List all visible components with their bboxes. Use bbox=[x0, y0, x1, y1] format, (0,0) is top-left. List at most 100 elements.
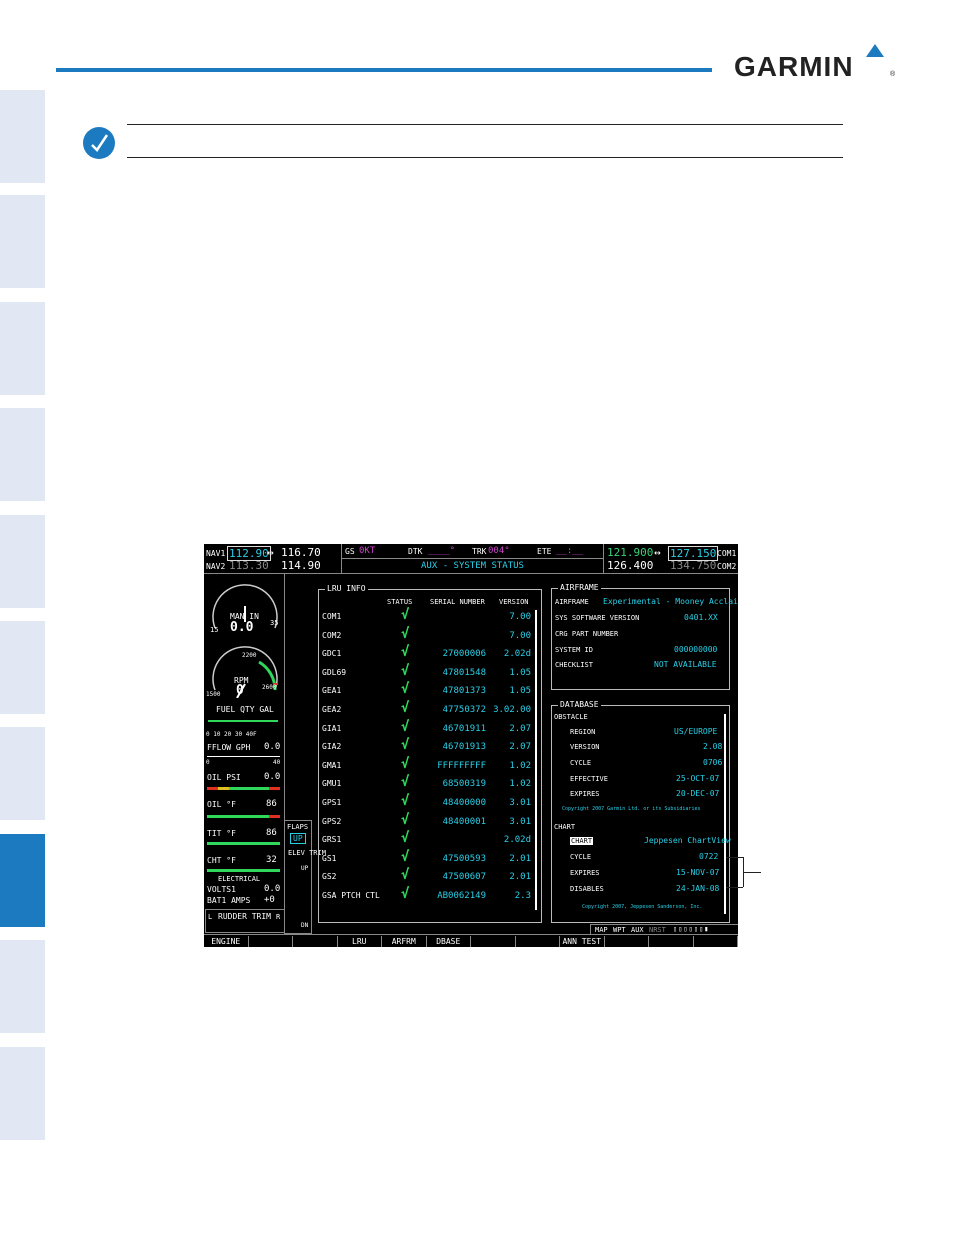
lru-version: 1.05 bbox=[509, 667, 531, 678]
database-scrollbar[interactable] bbox=[724, 714, 726, 914]
oil-temp-value: 86 bbox=[266, 799, 277, 809]
lru-row[interactable]: GEA1 √ 47801373 1.05 bbox=[319, 681, 541, 700]
lru-version: 3.02.00 bbox=[493, 705, 531, 715]
obs-cycle-label: CYCLE bbox=[570, 759, 592, 767]
softkey-3[interactable] bbox=[293, 936, 338, 947]
man-in-max: 35 bbox=[270, 619, 279, 627]
lru-serial: 68500319 bbox=[442, 779, 486, 790]
nav2-active-freq[interactable]: 113.30 bbox=[229, 559, 269, 572]
side-tab-5[interactable] bbox=[0, 515, 45, 608]
oil-psi-value: 0.0 bbox=[264, 772, 281, 782]
lru-version: 1.05 bbox=[509, 686, 531, 697]
page-group-aux: AUX bbox=[631, 926, 644, 934]
page-dots-icon: ▯▯▯▯▯▯▮ bbox=[673, 925, 710, 933]
softkey-7[interactable] bbox=[471, 936, 516, 947]
side-tab-7[interactable] bbox=[0, 727, 45, 820]
status-check-icon: √ bbox=[401, 774, 410, 791]
lru-name: GIA1 bbox=[322, 723, 342, 733]
effective-label: EFFECTIVE bbox=[570, 775, 608, 783]
fflow-bar bbox=[207, 756, 280, 757]
page-group-nrst: NRST bbox=[649, 926, 666, 934]
side-tab-8-active[interactable] bbox=[0, 834, 45, 927]
gs-value: 0KT bbox=[359, 546, 376, 556]
obs-version-label: VERSION bbox=[570, 743, 600, 751]
nav1-standby-freq[interactable]: 116.70 bbox=[281, 546, 321, 559]
com2-standby-freq[interactable]: 134.750 bbox=[670, 559, 716, 572]
nav2-standby-freq[interactable]: 114.90 bbox=[281, 559, 321, 572]
lru-version: 1.02 bbox=[509, 779, 531, 790]
softkey-bar: ENGINE LRU ARFRM DBASE ANN TEST bbox=[204, 934, 738, 947]
lru-row[interactable]: GRS1 √ 2.02d bbox=[319, 830, 541, 849]
com1-active-freq[interactable]: 121.900 bbox=[607, 546, 653, 559]
flaps-value: UP bbox=[290, 833, 306, 844]
mfd-screen: NAV1 112.90 ↔ 116.70 NAV2 113.30 114.90 … bbox=[204, 544, 738, 947]
lru-row[interactable]: GDL69 √ 47801548 1.05 bbox=[319, 663, 541, 682]
com-swap-arrow-icon[interactable]: ↔ bbox=[654, 546, 661, 559]
lru-row[interactable]: GS1 √ 47500593 2.01 bbox=[319, 849, 541, 868]
dtk-label: DTK bbox=[408, 547, 423, 556]
side-tab-10[interactable] bbox=[0, 1047, 45, 1140]
lru-row[interactable]: GEA2 √ 47750372 3.02.00 bbox=[319, 700, 541, 719]
lru-row[interactable]: GPS1 √ 48400000 3.01 bbox=[319, 793, 541, 812]
softkey-10[interactable] bbox=[605, 936, 649, 947]
softkey-2[interactable] bbox=[249, 936, 293, 947]
crg-part-label: CRG PART NUMBER bbox=[555, 630, 619, 638]
lru-row[interactable]: GS2 √ 47500607 2.01 bbox=[319, 867, 541, 886]
side-tab-6[interactable] bbox=[0, 621, 45, 714]
lru-name: COM2 bbox=[322, 630, 342, 640]
lru-version: 2.07 bbox=[509, 723, 531, 734]
tit-bar bbox=[207, 842, 280, 845]
softkey-8[interactable] bbox=[516, 936, 560, 947]
lru-row[interactable]: COM1 √ 7.00 bbox=[319, 607, 541, 626]
swap-arrow-icon[interactable]: ↔ bbox=[267, 546, 274, 559]
softkey-5[interactable]: ARFRM bbox=[382, 936, 427, 947]
chart-label[interactable]: CHART bbox=[570, 837, 594, 845]
lru-row[interactable]: GSA PTCH CTL √ AB0062149 2.3 bbox=[319, 886, 541, 905]
side-tab-1[interactable] bbox=[0, 90, 45, 183]
page-group-map: MAP bbox=[595, 926, 608, 934]
softkey-6[interactable]: DBASE bbox=[427, 936, 471, 947]
softkey-12[interactable] bbox=[694, 936, 738, 947]
obs-cycle-value: 0706 bbox=[703, 758, 723, 767]
lru-serial: FFFFFFFFF bbox=[437, 760, 486, 771]
note-rule-bottom bbox=[127, 157, 843, 158]
softkey-9[interactable]: ANN TEST bbox=[560, 936, 605, 947]
lru-header-version: VERSION bbox=[499, 598, 529, 606]
lru-row[interactable]: GMU1 √ 68500319 1.02 bbox=[319, 774, 541, 793]
lru-name: GMU1 bbox=[322, 779, 342, 789]
cht-label: CHT °F bbox=[207, 856, 236, 865]
obs-expires-label: EXPIRES bbox=[570, 790, 600, 798]
lru-serial: 46701911 bbox=[442, 723, 486, 734]
flaps-label: FLAPS bbox=[287, 823, 309, 831]
chart-section-label: CHART bbox=[554, 823, 576, 831]
chart-expires-value: 15-NOV-07 bbox=[676, 868, 720, 877]
lru-row[interactable]: GPS2 √ 48400001 3.01 bbox=[319, 812, 541, 831]
side-tab-9[interactable] bbox=[0, 940, 45, 1033]
system-id-value: 000000000 bbox=[674, 645, 718, 654]
softkey-1[interactable]: ENGINE bbox=[204, 936, 249, 947]
lru-version: 2.07 bbox=[509, 742, 531, 753]
oil-temp-bar bbox=[207, 815, 280, 818]
lru-version: 2.02d bbox=[503, 649, 531, 660]
sys-software-value: 0401.XX bbox=[684, 613, 718, 622]
status-check-icon: √ bbox=[401, 644, 410, 661]
lru-row[interactable]: COM2 √ 7.00 bbox=[319, 626, 541, 645]
svg-text:GARMIN: GARMIN bbox=[734, 51, 854, 78]
chart-cycle-value: 0722 bbox=[699, 852, 719, 861]
side-tab-4[interactable] bbox=[0, 408, 45, 501]
side-tab-2[interactable] bbox=[0, 195, 45, 288]
lru-serial: 27000006 bbox=[442, 649, 486, 660]
lru-row[interactable]: GDC1 √ 27000006 2.02d bbox=[319, 644, 541, 663]
side-tab-3[interactable] bbox=[0, 302, 45, 395]
lru-row[interactable]: GIA2 √ 46701913 2.07 bbox=[319, 737, 541, 756]
lru-row[interactable]: GMA1 √ FFFFFFFFF 1.02 bbox=[319, 756, 541, 775]
lru-serial: 47500607 bbox=[442, 872, 486, 883]
com2-active-freq[interactable]: 126.400 bbox=[607, 559, 653, 572]
lru-name: GPS1 bbox=[322, 798, 342, 807]
softkey-11[interactable] bbox=[649, 936, 694, 947]
callout-line-top bbox=[726, 857, 743, 858]
softkey-4[interactable]: LRU bbox=[338, 936, 382, 947]
fuel-qty-scale: 0 10 20 30 40F bbox=[206, 731, 257, 738]
lru-row[interactable]: GIA1 √ 46701911 2.07 bbox=[319, 719, 541, 738]
lru-name: GPS2 bbox=[322, 816, 342, 826]
